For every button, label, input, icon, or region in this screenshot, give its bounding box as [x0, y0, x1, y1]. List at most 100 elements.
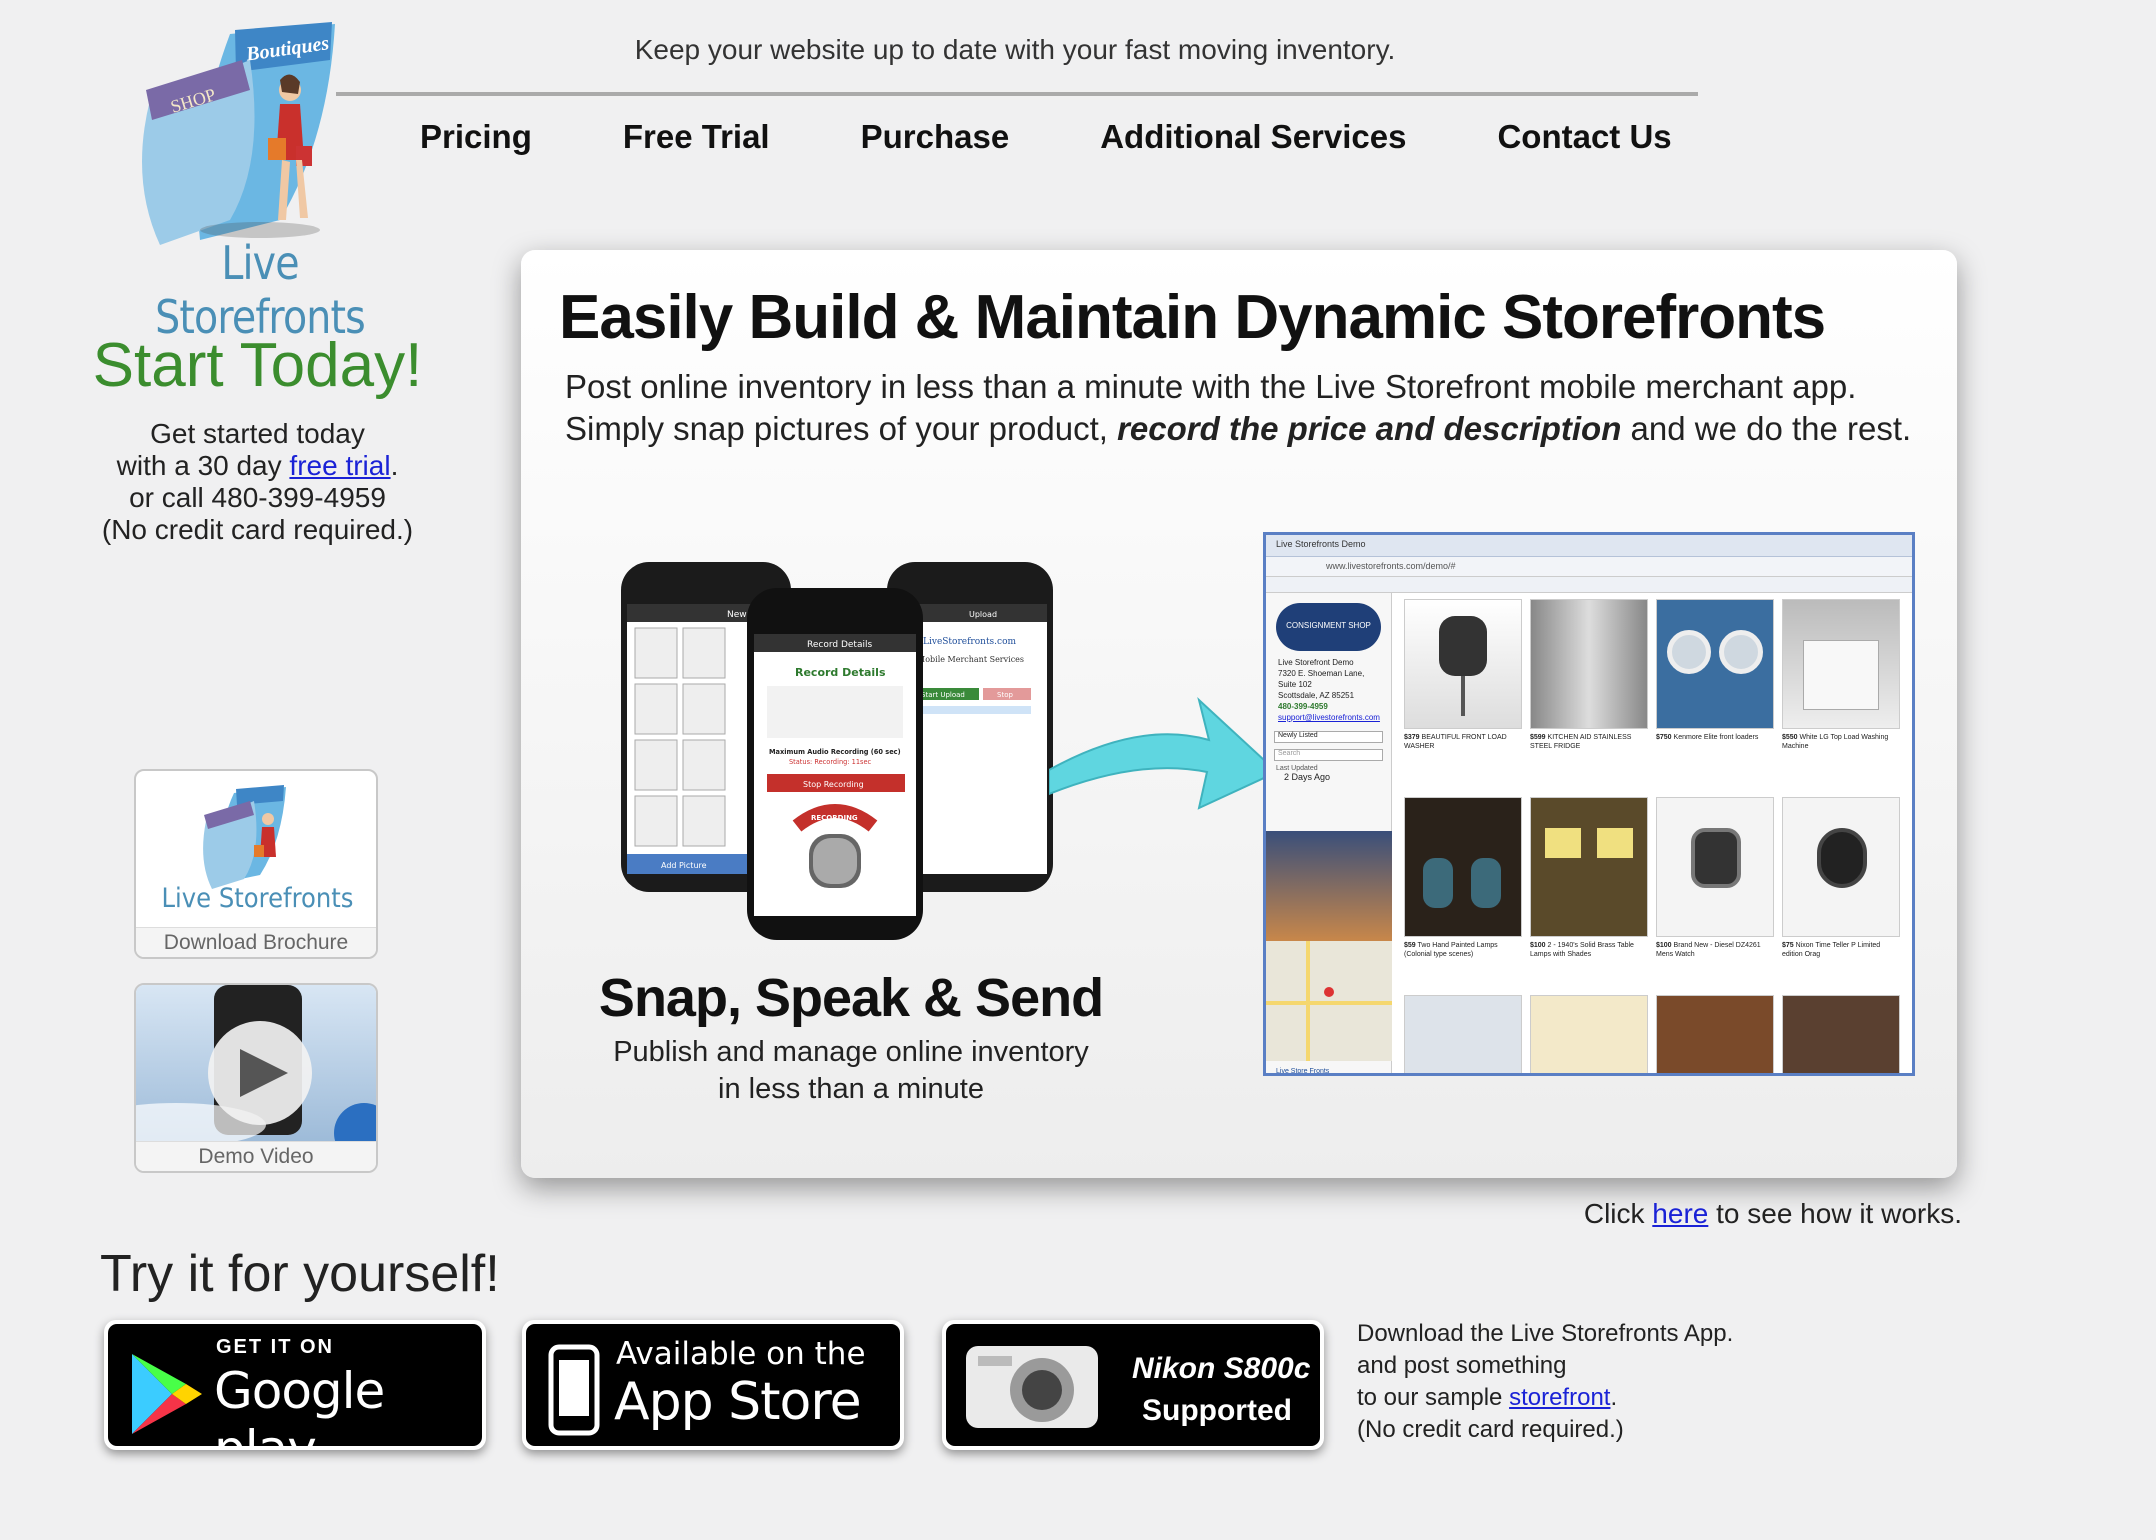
click-here-prefix: Click: [1583, 1198, 1653, 1229]
dl-line-3: to our sample storefront.: [1357, 1382, 1777, 1414]
product-card: $59 Two Hand Painted Lamps (Colonial typ…: [1404, 797, 1522, 987]
shop-address: Live Storefront Demo 7320 E. Shoeman Lan…: [1266, 657, 1391, 723]
phone-center-status: Status: Recording: 11sec: [789, 758, 872, 766]
nav-pricing[interactable]: Pricing: [420, 118, 532, 156]
dl-line-1: Download the Live Storefronts App.: [1357, 1320, 1734, 1347]
hero-panel[interactable]: Easily Build & Maintain Dynamic Storefro…: [521, 250, 1957, 1178]
demo-video-button[interactable]: Demo Video: [134, 983, 378, 1173]
product-desc: Nixon Time Teller P Limited edition Orag: [1782, 942, 1881, 958]
download-brochure-label: Download Brochure: [136, 927, 376, 957]
snap-speak-send-subtitle: Publish and manage online inventory in l…: [571, 1034, 1131, 1108]
product-desc: 2 - 1940's Solid Brass Table Lamps with …: [1530, 942, 1634, 958]
phone-right-upload: Start Upload: [921, 691, 965, 699]
product-card: $75 Nixon Time Teller P Limited edition …: [1782, 797, 1900, 987]
browser-screenshot: Live Storefronts Demo www.livestorefront…: [1263, 532, 1915, 1076]
snap-line-2: in less than a minute: [718, 1073, 984, 1105]
map-image: [1266, 941, 1392, 1061]
nikon-badge-inner: Nikon S800c Supported: [946, 1324, 1320, 1446]
updated-value: 2 Days Ago: [1284, 772, 1331, 782]
hero-sub-line-2: Simply snap pictures of your product, re…: [565, 408, 1945, 450]
click-here-suffix: to see how it works.: [1708, 1198, 1962, 1229]
product-price: $379: [1404, 734, 1420, 741]
hero-sub-line-2-prefix: Simply snap pictures of your product,: [565, 410, 1118, 447]
shop-badge: CONSIGNMENT SHOP: [1276, 603, 1381, 651]
phone-right-header: Upload: [969, 610, 997, 619]
product-price: $100: [1656, 942, 1672, 949]
google-play-big: Google play: [214, 1362, 385, 1446]
download-app-text: Download the Live Storefronts App. and p…: [1357, 1318, 1777, 1446]
product-grid: $379 BEAUTIFUL FRONT LOAD WASHER $599 KI…: [1404, 599, 1912, 1073]
google-play-badge-inner: GET IT ON Google play: [108, 1324, 482, 1446]
dl-line-3-suffix: .: [1610, 1384, 1618, 1411]
app-store-badge[interactable]: Available on the App Store: [522, 1320, 904, 1450]
free-trial-link[interactable]: free trial: [289, 450, 390, 481]
app-store-big: App Store: [614, 1372, 862, 1432]
nikon-model: Nikon S800c: [1132, 1352, 1311, 1385]
phone-right-subtitle: Mobile Merchant Services: [917, 655, 1024, 664]
hero-sub-line-2-suffix: and we do the rest.: [1621, 410, 1912, 447]
nav-purchase[interactable]: Purchase: [861, 118, 1010, 156]
try-it-heading: Try it for yourself!: [100, 1245, 500, 1303]
shop-email: support@livestorefronts.com: [1278, 713, 1380, 722]
phone-stop-recording: Stop Recording: [803, 780, 864, 789]
product-card: [1404, 995, 1522, 1073]
product-card: $750 Kenmore Elite front loaders: [1656, 599, 1774, 789]
browser-url: www.livestorefronts.com/demo/#: [1266, 557, 1912, 577]
product-price: $750: [1656, 734, 1672, 741]
product-desc: BEAUTIFUL FRONT LOAD WASHER: [1404, 734, 1507, 750]
app-store-small: Available on the: [616, 1336, 866, 1372]
iphone-icon: [548, 1344, 600, 1436]
product-price: $550: [1782, 734, 1798, 741]
product-price: $59: [1404, 942, 1416, 949]
sort-select: Newly Listed: [1274, 731, 1383, 743]
product-card: $100 Brand New - Diesel DZ4261 Mens Watc…: [1656, 797, 1774, 987]
google-play-badge[interactable]: GET IT ON Google play: [104, 1320, 486, 1450]
storefront-photo: [1266, 831, 1392, 941]
product-desc: Two Hand Painted Lamps (Colonial type sc…: [1404, 942, 1498, 958]
shop-address-line: 7320 E. Shoeman Lane,: [1278, 669, 1365, 678]
brochure-thumbnail: Live Storefronts: [162, 785, 353, 914]
product-price: $599: [1530, 734, 1546, 741]
arrow-icon: [1049, 696, 1279, 810]
product-price: $100: [1530, 942, 1546, 949]
demo-video-label: Demo Video: [136, 1141, 376, 1171]
product-card: [1656, 995, 1774, 1073]
main-nav: Pricing Free Trial Purchase Additional S…: [420, 118, 1710, 156]
snap-line-1: Publish and manage online inventory: [613, 1036, 1089, 1068]
download-brochure-button[interactable]: Live Storefronts Download Brochure: [134, 769, 378, 959]
video-thumbnail: [136, 985, 376, 1163]
product-card: [1782, 995, 1900, 1073]
phone-mic-label: RECORDING: [811, 814, 858, 822]
dl-line-2: and post something: [1357, 1352, 1567, 1379]
product-card: [1530, 995, 1648, 1073]
header-divider: [336, 92, 1698, 96]
how-it-works-text: Click here to see how it works.: [1500, 1198, 1962, 1230]
brand-name: Live Storefronts: [155, 236, 366, 344]
browser-sidebar: CONSIGNMENT SHOP Live Storefront Demo 73…: [1266, 593, 1392, 1075]
how-it-works-link[interactable]: here: [1652, 1198, 1708, 1229]
phone-right-site: LiveStorefronts.com: [923, 637, 1016, 647]
nav-additional-services[interactable]: Additional Services: [1100, 118, 1406, 156]
nav-contact-us[interactable]: Contact Us: [1497, 118, 1671, 156]
nav-free-trial[interactable]: Free Trial: [623, 118, 770, 156]
hero-sub-line-1: Post online inventory in less than a min…: [565, 368, 1857, 405]
product-card: $100 2 - 1940's Solid Brass Table Lamps …: [1530, 797, 1648, 987]
sample-storefront-link[interactable]: storefront: [1509, 1384, 1610, 1411]
phone-center-title: Record Details: [795, 666, 886, 679]
shop-address-line: Suite 102: [1278, 680, 1312, 689]
shop-search-input: Search: [1274, 749, 1383, 761]
nikon-badge[interactable]: Nikon S800c Supported: [942, 1320, 1324, 1450]
browser-footer: Live Store Fronts: [1276, 1068, 1330, 1075]
google-play-small: GET IT ON: [216, 1336, 334, 1358]
phone-center: Record Details Record Details Maximum Au…: [747, 588, 923, 940]
product-desc: Brand New - Diesel DZ4261 Mens Watch: [1656, 942, 1761, 958]
start-line-4: (No credit card required.): [101, 514, 414, 545]
dl-line-3-prefix: to our sample: [1357, 1384, 1510, 1411]
product-desc: KITCHEN AID STAINLESS STEEL FRIDGE: [1530, 734, 1632, 750]
start-line-1: Get started today: [150, 418, 365, 449]
product-desc: White LG Top Load Washing Machine: [1782, 734, 1889, 750]
start-line-2-prefix: with a 30 day: [116, 450, 290, 481]
phone-left-footer: Add Picture: [661, 861, 707, 870]
tagline: Keep your website up to date with your f…: [634, 34, 1396, 65]
snap-speak-send-title: Snap, Speak & Send: [598, 968, 1104, 1028]
